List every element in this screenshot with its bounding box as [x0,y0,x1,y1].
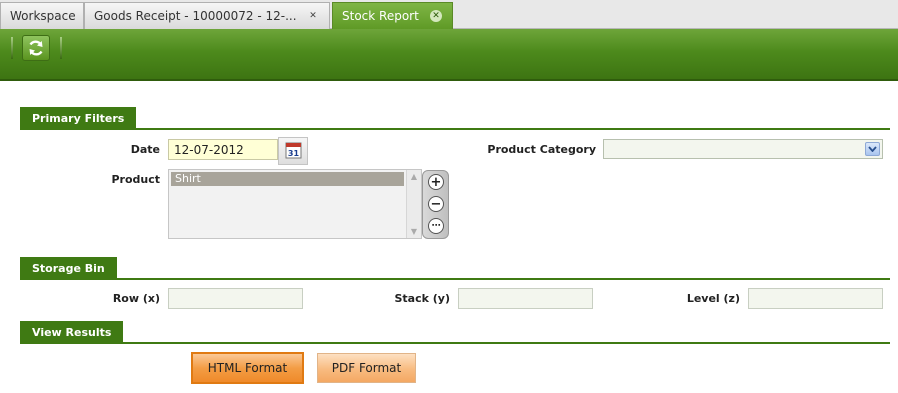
product-category-select[interactable] [603,139,883,159]
date-value: 12-07-2012 [174,143,244,157]
product-listbox[interactable]: Shirt ▲ ▼ [168,169,422,239]
toolbar-separator [60,37,62,59]
list-item[interactable]: Shirt [171,172,404,186]
toolbar-separator [11,37,13,59]
date-label: Date [130,143,160,156]
product-label: Product [111,173,160,186]
refresh-button[interactable] [22,35,50,61]
stack-label: Stack (y) [394,292,451,305]
tab-goods-receipt-label: Goods Receipt - 10000072 - 12-... [94,9,297,23]
section-title: View Results [20,321,124,343]
stock-report-form: Primary Filters Date 12-07-2012 31 Produ… [0,83,898,393]
stack-field[interactable] [458,288,593,309]
calendar-button[interactable]: 31 [278,137,308,165]
level-label: Level (z) [686,292,740,305]
date-field[interactable]: 12-07-2012 [168,139,278,160]
level-field[interactable] [748,288,883,309]
chevron-down-icon[interactable] [865,142,880,156]
section-divider [20,128,890,130]
calendar-day-text: 31 [288,149,300,158]
row-field[interactable] [168,288,303,309]
section-title: Storage Bin [20,257,117,279]
tab-goods-receipt[interactable]: Goods Receipt - 10000072 - 12-... ✕ [84,2,330,29]
scroll-down-icon[interactable]: ▼ [408,225,420,238]
listbox-scrollbar[interactable]: ▲ ▼ [406,170,421,238]
close-icon[interactable]: ✕ [430,10,442,22]
tab-workspace-label: Workspace [10,9,76,23]
tab-stock-report[interactable]: Stock Report ✕ [332,2,453,29]
calendar-icon: 31 [285,142,302,159]
section-divider [20,342,890,344]
tab-workspace[interactable]: Workspace [0,2,84,29]
section-divider [20,278,890,280]
close-icon[interactable]: ✕ [307,10,319,22]
row-label: Row (x) [112,292,160,305]
refresh-icon [29,40,43,56]
scroll-up-icon[interactable]: ▲ [408,170,420,183]
product-list-actions: + − ⋯ [422,170,449,239]
product-category-label: Product Category [487,143,596,156]
html-format-button[interactable]: HTML Format [191,352,304,384]
tab-bar: Workspace Goods Receipt - 10000072 - 12-… [0,0,898,29]
remove-all-icon[interactable]: ⋯ [428,218,444,234]
tab-stock-report-label: Stock Report [342,9,419,23]
add-icon[interactable]: + [428,174,444,190]
remove-icon[interactable]: − [428,196,444,212]
section-title: Primary Filters [20,107,137,129]
pdf-format-button[interactable]: PDF Format [317,353,416,383]
toolbar [0,29,898,81]
